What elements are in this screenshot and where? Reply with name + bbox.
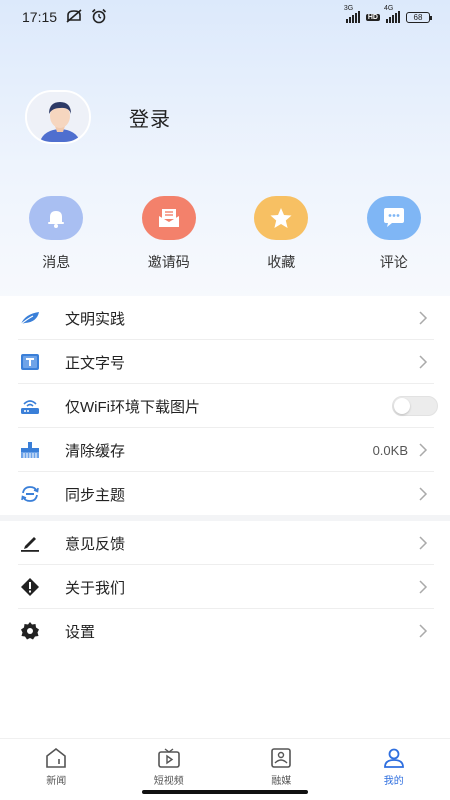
mute-icon xyxy=(65,8,83,26)
quick-favorites[interactable]: 收藏 xyxy=(225,196,338,272)
menu-label: 清除缓存 xyxy=(65,442,126,460)
menu-clear-cache[interactable]: 清除缓存 0.0KB xyxy=(0,428,450,472)
comment-icon xyxy=(366,196,421,240)
status-bar: 17:15 3G HD 4G 68 xyxy=(0,0,450,34)
menu-label: 正文字号 xyxy=(65,354,126,372)
settings-group-1: 文明实践 正文字号 仅WiFi环境下载图片 清除缓存 0.0KB 同步主题 xyxy=(0,296,450,516)
cache-size: 0.0KB xyxy=(372,442,408,458)
gear-icon xyxy=(18,619,42,643)
user-icon xyxy=(382,747,406,769)
broom-icon xyxy=(18,438,42,462)
chevron-right-icon xyxy=(419,624,428,638)
settings-group-2: 意见反馈 关于我们 设置 xyxy=(0,521,450,653)
menu-about-us[interactable]: 关于我们 xyxy=(0,565,450,609)
home-indicator[interactable] xyxy=(142,790,308,794)
nav-label: 融媒 xyxy=(271,776,292,787)
quick-messages[interactable]: 消息 xyxy=(0,196,113,272)
battery-level: 68 xyxy=(413,12,423,22)
font-size-icon xyxy=(18,350,42,374)
alarm-icon xyxy=(91,8,107,27)
sync-icon xyxy=(18,482,42,506)
star-icon xyxy=(254,196,309,240)
chevron-right-icon xyxy=(419,443,428,457)
quick-label: 邀请码 xyxy=(147,254,190,270)
nav-mine[interactable]: 我的 xyxy=(338,739,450,800)
news-home-icon xyxy=(44,747,68,769)
warning-diamond-icon xyxy=(18,575,42,599)
menu-label: 意见反馈 xyxy=(65,535,126,553)
quick-label: 收藏 xyxy=(267,254,296,270)
menu-label: 仅WiFi环境下载图片 xyxy=(65,398,200,416)
hd-badge: HD xyxy=(365,13,380,21)
quick-invite-code[interactable]: 邀请码 xyxy=(113,196,226,272)
avatar[interactable] xyxy=(25,90,91,144)
wifi-only-toggle[interactable] xyxy=(392,396,438,416)
toggle-knob xyxy=(394,398,410,414)
quick-comments[interactable]: 评论 xyxy=(338,196,450,272)
pencil-icon xyxy=(18,531,42,555)
chevron-right-icon xyxy=(419,580,428,594)
media-icon xyxy=(269,747,293,769)
menu-civilization-practice[interactable]: 文明实践 xyxy=(0,296,450,340)
quick-label: 消息 xyxy=(42,254,71,270)
video-icon xyxy=(157,747,181,769)
menu-font-size[interactable]: 正文字号 xyxy=(0,340,450,384)
login-link[interactable]: 登录 xyxy=(129,103,171,132)
menu-label: 设置 xyxy=(65,623,96,641)
menu-feedback[interactable]: 意见反馈 xyxy=(0,521,450,565)
leaf-icon xyxy=(18,306,42,330)
chevron-right-icon xyxy=(419,536,428,550)
menu-label: 文明实践 xyxy=(65,310,126,328)
bell-icon xyxy=(29,196,84,240)
menu-label: 同步主题 xyxy=(65,486,126,504)
signal-icon-2: 4G xyxy=(384,5,400,23)
router-icon xyxy=(18,394,42,418)
chevron-right-icon xyxy=(419,311,428,325)
quick-label: 评论 xyxy=(379,254,408,270)
menu-label: 关于我们 xyxy=(65,579,126,597)
menu-sync-theme[interactable]: 同步主题 xyxy=(0,472,450,516)
profile-section[interactable]: 登录 xyxy=(25,90,171,144)
nav-label: 新闻 xyxy=(46,776,67,787)
nav-label: 我的 xyxy=(383,776,404,787)
battery-icon: 68 xyxy=(406,11,432,23)
chevron-right-icon xyxy=(419,487,428,501)
nav-label: 短视频 xyxy=(153,776,184,787)
quick-actions: 消息 邀请码 收藏 评论 xyxy=(0,196,450,272)
menu-settings[interactable]: 设置 xyxy=(0,609,450,653)
menu-wifi-only-images[interactable]: 仅WiFi环境下载图片 xyxy=(0,384,450,428)
invite-envelope-icon xyxy=(141,196,196,240)
status-time: 17:15 xyxy=(22,9,58,25)
chevron-right-icon xyxy=(419,355,428,369)
nav-news[interactable]: 新闻 xyxy=(0,739,113,800)
signal-icon: 3G xyxy=(344,5,360,23)
